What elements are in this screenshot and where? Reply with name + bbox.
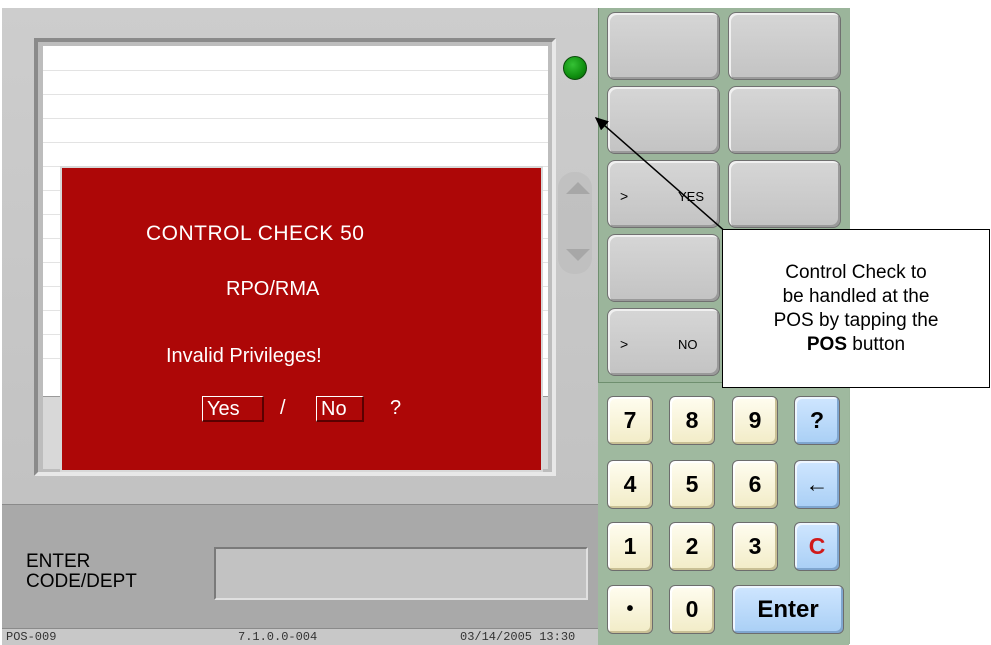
callout-bold-word: POS (806, 334, 847, 355)
callout-line-4: POS button (723, 333, 989, 357)
callout-line-1: Control Check to (785, 262, 927, 283)
callout-line-2: be handled at the (782, 286, 930, 307)
callout-line-4-suffix: button (847, 334, 906, 355)
callout-box: Control Check to be handled at the POS b… (722, 229, 990, 388)
callout-line-3: POS by tapping the (773, 310, 939, 331)
